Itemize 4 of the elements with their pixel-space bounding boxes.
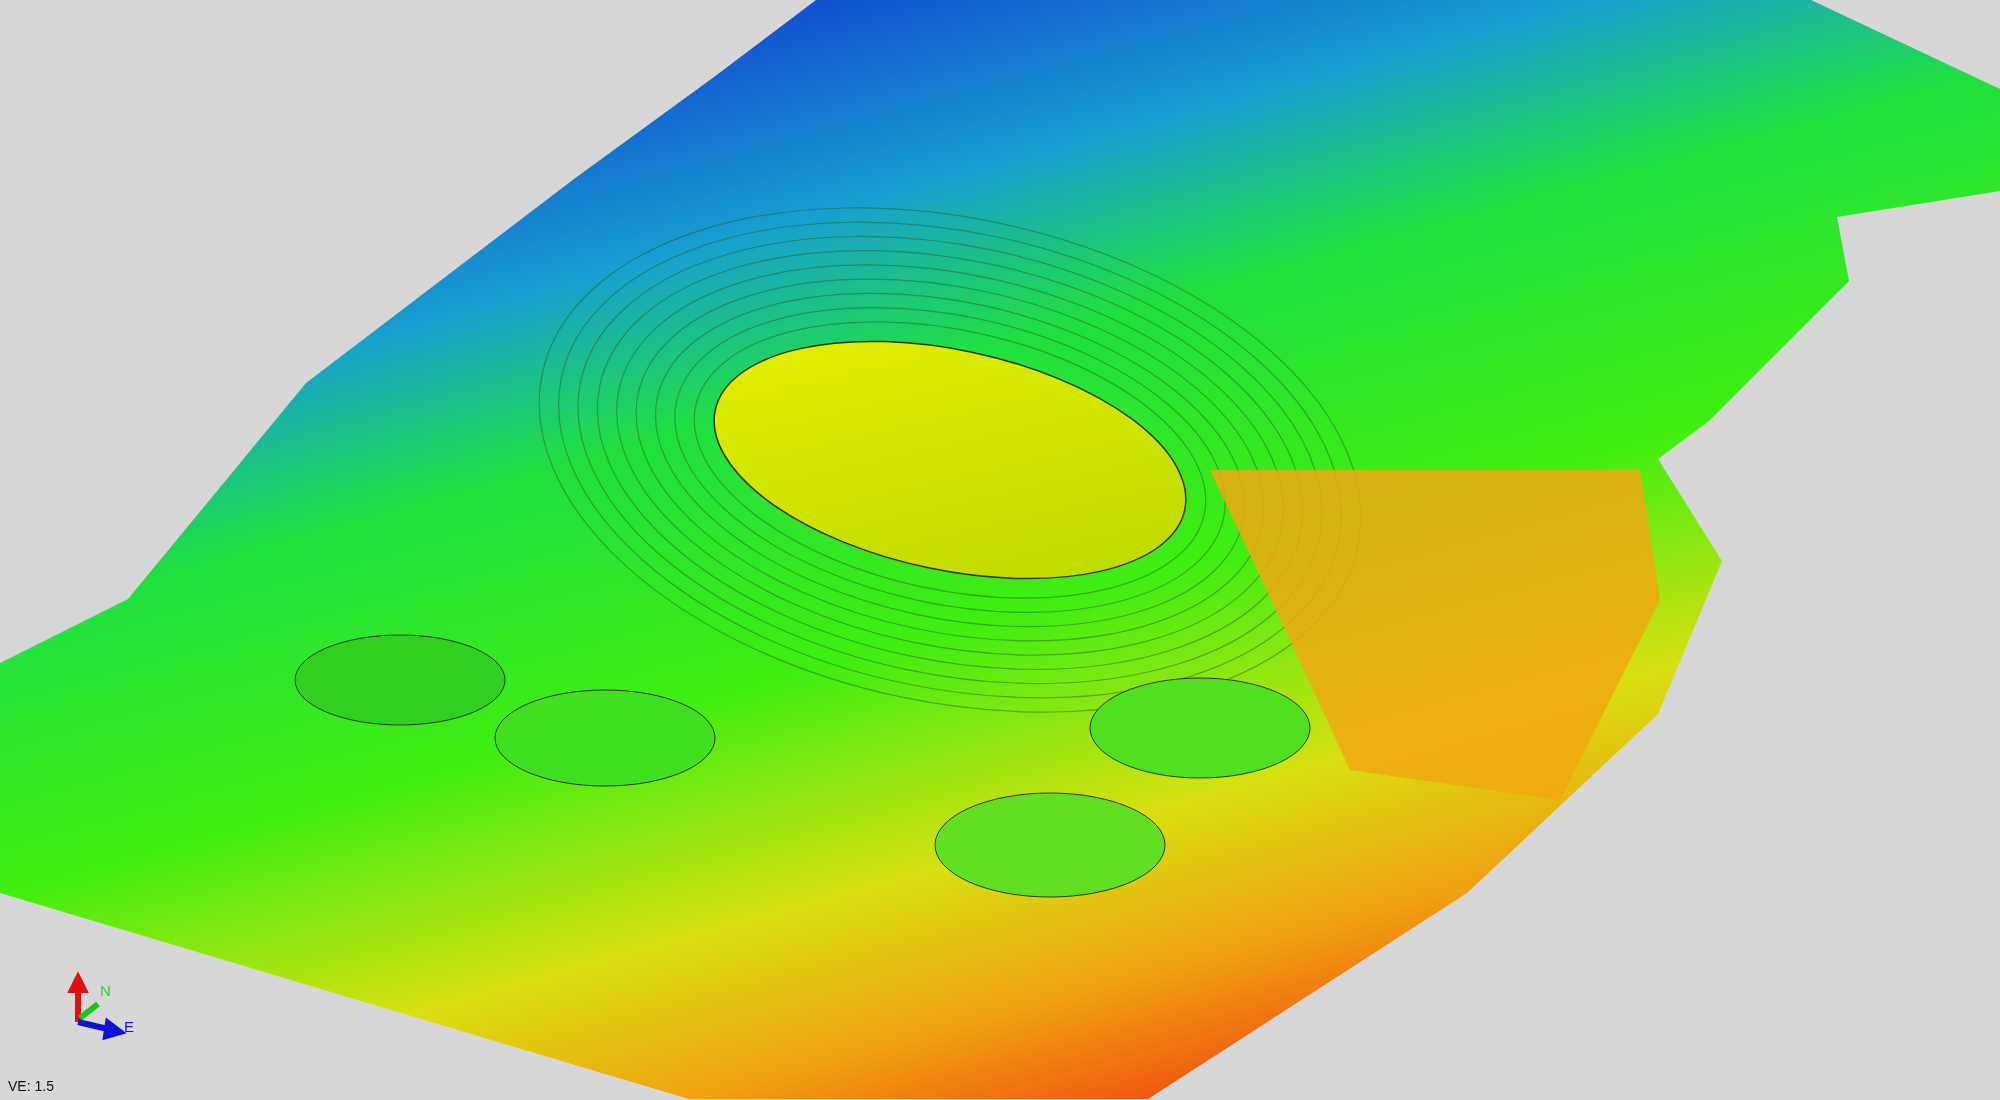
axis-label: N <box>100 982 111 999</box>
axis-gizmo-icon <box>69 971 127 1039</box>
axis-label: E <box>124 1018 134 1035</box>
vertical-exaggeration-label: VE: 1.5 <box>8 1078 54 1094</box>
